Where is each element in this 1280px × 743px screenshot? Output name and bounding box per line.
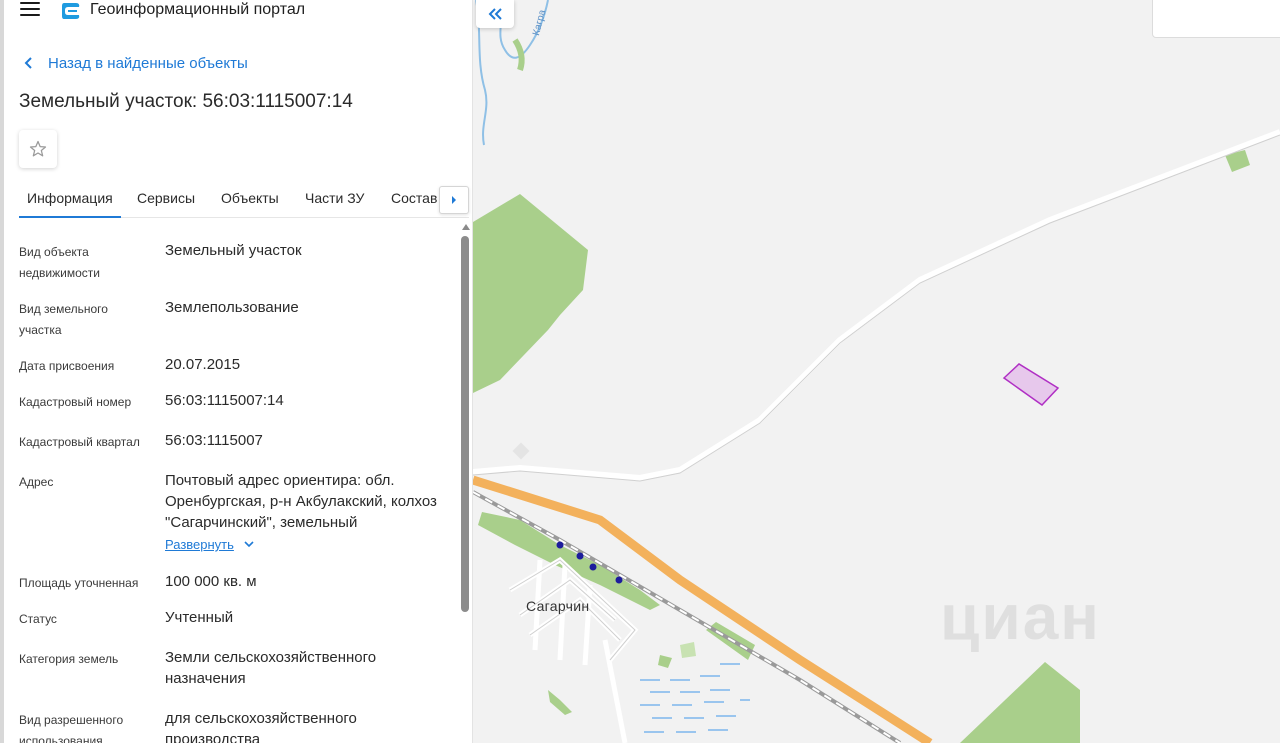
tab-objects[interactable]: Объекты [221,190,279,206]
top-bar: Геоинформационный портал [0,0,472,24]
page-title: Земельный участок: 56:03:1115007:14 [19,91,353,112]
chevron-left-icon [24,57,32,69]
info-label: Адрес [19,475,54,489]
portal-title: Геоинформационный портал [90,1,306,18]
scroll-thumb[interactable] [461,236,469,612]
info-value: Учтенный [165,609,234,626]
caret-right-icon [452,196,456,204]
chevron-down-icon [244,541,254,548]
map-search-box[interactable] [1152,0,1280,38]
land-parcel-polygon[interactable] [1002,363,1060,406]
map-town-label: Сагарчин [526,598,590,614]
info-label: Вид земельного участка [19,302,108,337]
info-label: Категория земель [19,652,119,666]
info-label: Вид разрешенного использования [19,713,124,743]
portal-logo-icon [62,3,80,19]
scroll-up-arrow-icon[interactable] [462,224,470,230]
tab-bar: Информация Сервисы Объекты Части ЗУ Сост… [19,180,469,218]
info-value: Земли сельскохозяйственного назначения [165,649,377,687]
info-list: Вид объекта недвижимости Земельный участ… [0,222,460,743]
map-watermark: циан [940,581,1101,653]
info-label: Кадастровый номер [19,395,132,409]
tab-services[interactable]: Сервисы [137,190,195,206]
info-value: Земельный участок [165,242,302,259]
object-info-panel: Геоинформационный портал Назад в найденн… [0,0,473,743]
back-to-results-link[interactable]: Назад в найденные объекты [22,53,248,73]
info-label: Кадастровый квартал [19,435,140,449]
info-value: Землепользование [165,299,299,316]
double-chevron-left-icon [488,8,502,20]
info-value: 56:03:1115007:14 [165,392,284,409]
expand-label: Развернуть [165,537,234,552]
collapse-panel-button[interactable] [476,0,514,28]
tab-information[interactable]: Информация [19,190,121,218]
address-value: Почтовый адрес ориентира: обл. Оренбургс… [165,472,437,531]
tabs-scroll-right-button[interactable] [439,186,469,214]
info-value: 100 000 кв. м [165,573,257,590]
info-value: для сельскохозяйственного производства [165,710,357,743]
expand-address-link[interactable]: Развернуть [165,537,254,552]
info-label: Площадь уточненная [19,576,139,590]
back-link-label: Назад в найденные объекты [48,54,248,72]
info-label: Статус [19,612,57,626]
info-label: Вид объекта недвижимости [19,245,100,280]
info-value: 56:03:1115007 [165,432,263,449]
favorite-button[interactable] [19,130,57,168]
map-canvas[interactable] [473,0,1280,743]
tab-land-parts[interactable]: Части ЗУ [305,190,364,206]
app: Сагарчин Кагра циан Геоинформационный по… [0,0,1280,743]
info-label: Дата присвоения [19,359,115,373]
map[interactable]: Сагарчин Кагра циан [473,0,1280,743]
tab-composition[interactable]: Состав [391,190,437,206]
info-scrollbar[interactable] [461,224,470,743]
info-value: 20.07.2015 [165,356,241,373]
star-icon [29,140,47,157]
menu-icon[interactable] [20,2,40,18]
